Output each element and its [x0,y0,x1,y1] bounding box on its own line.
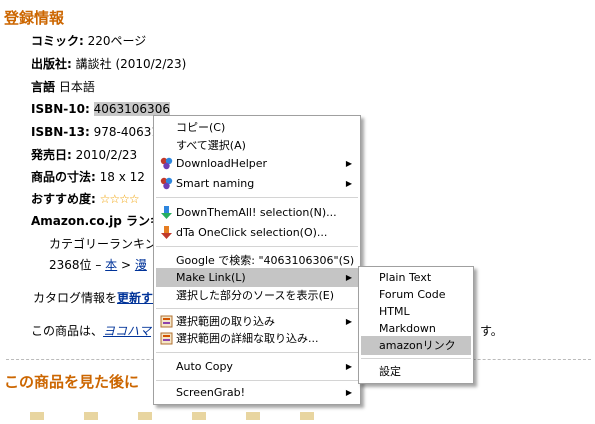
menu-item-label: dTa OneClick selection(O)... [176,226,328,239]
rank-separator: > [117,258,135,272]
rank-link-books[interactable]: 本 [105,258,117,272]
menu-item-label: Auto Copy [176,360,233,373]
isbn10-row: ISBN-10: 4063106306 [31,101,170,117]
rating-label: おすすめ度: [31,192,96,206]
menu-separator [156,352,358,353]
dimensions-value: 18 x 12 [99,170,145,184]
comic-value: 220ページ [87,34,147,48]
isbn10-value-selected[interactable]: 4063106306 [93,102,170,116]
rating-stars: ☆☆☆☆ [99,192,140,206]
dimensions-label: 商品の寸法: [31,170,96,184]
downloadhelper-icon [160,177,173,190]
language-value: 日本語 [58,80,95,94]
submenu-item-label: amazonリンク [379,339,456,352]
menu-item-label: 選択範囲の取り込み [176,315,275,328]
product-link[interactable]: ヨコハマ [103,324,151,338]
ranking-row: Amazon.co.jp ランキ [31,213,162,229]
menu-separator [156,246,358,247]
downloadhelper-icon [160,157,173,170]
dta-oneclick-icon [161,226,172,239]
isbn13-label: ISBN-13: [31,125,90,139]
catalog-row: カタログ情報を更新す [33,290,153,306]
menu-separator [156,380,358,381]
comic-row: コミック: 220ページ [31,33,146,49]
product-text: この商品は、 [31,324,104,338]
menu-item-downloadhelper[interactable]: DownloadHelper ▶ [156,154,358,173]
isbn10-label: ISBN-10: [31,102,90,116]
submenu-arrow-icon: ▶ [345,388,352,397]
publisher-label: 出版社: [31,57,72,71]
product-row: この商品は、ヨコハマ [31,323,151,339]
menu-item-label: DownloadHelper [176,157,268,170]
category-ranking: カテゴリーランキン [49,237,157,251]
submenu-item-label: Markdown [379,322,436,335]
ranking-label: Amazon.co.jp ランキ [31,214,163,228]
publisher-row: 出版社: 講談社 (2010/2/23) [31,56,186,72]
release-label: 発売日: [31,148,72,162]
language-row: 言語 日本語 [31,79,95,95]
menu-item-label: Make Link(L) [176,271,246,284]
rank-row: 2368位 – 本 > 漫 [49,257,147,273]
submenu-arrow-icon: ▶ [345,273,352,282]
rank-text: 2368位 – [49,258,106,272]
section-title: 登録情報 [4,9,65,27]
menu-item-label: すべて選択(A) [176,139,246,152]
context-menu: コピー(C) すべて選択(A) DownloadHelper ▶ Smart na… [153,115,361,405]
menu-item-capture-selection-detail[interactable]: 選択範囲の詳細な取り込み... [156,329,358,348]
language-label: 言語 [31,80,56,94]
also-viewed-title: この商品を見た後に [4,373,140,391]
menu-item-label: 選択した部分のソースを表示(E) [176,289,334,302]
submenu-item-amazon-link[interactable]: amazonリンク [361,336,471,355]
submenu-arrow-icon: ▶ [345,179,352,188]
product-details-page: 登録情報 コミック: 220ページ 出版社: 講談社 (2010/2/23) 言… [0,0,595,420]
product-tail: す。 [480,324,503,338]
isbn13-row: ISBN-13: 978-406310 [31,124,167,140]
menu-item-auto-copy[interactable]: Auto Copy ▶ [156,357,358,376]
publisher-value: 講談社 (2010/2/23) [75,57,187,71]
catalog-text: カタログ情報を [33,291,118,305]
menu-item-select-all[interactable]: すべて選択(A) [156,136,358,155]
menu-item-downthemall[interactable]: DownThemAll! selection(N)... [156,203,358,222]
menu-item-label: コピー(C) [176,121,226,134]
menu-item-smart-naming[interactable]: Smart naming ▶ [156,174,358,193]
menu-item-label: Google で検索: "4063106306"(S) [176,254,355,267]
scrapbook-icon [160,332,173,345]
menu-item-screengrab[interactable]: ScreenGrab! ▶ [156,383,358,402]
submenu-item-label: Plain Text [379,271,432,284]
menu-item-dta-oneclick[interactable]: dTa OneClick selection(O)... [156,223,358,242]
downthemall-icon [161,206,172,219]
submenu-item-settings[interactable]: 設定 [361,362,471,381]
menu-separator [156,197,358,198]
catalog-update-link[interactable]: 更新す [117,291,153,305]
submenu-arrow-icon: ▶ [345,362,352,371]
scrapbook-icon [160,315,173,328]
menu-item-copy[interactable]: コピー(C) [156,118,358,137]
submenu-item-label: HTML [379,305,410,318]
menu-separator [156,308,358,309]
menu-item-label: DownThemAll! selection(N)... [176,206,337,219]
submenu-item-label: Forum Code [379,288,446,301]
comic-label: コミック: [31,34,84,48]
release-value: 2010/2/23 [75,148,138,162]
thumbnail-strip [30,405,430,420]
submenu-arrow-icon: ▶ [345,159,352,168]
menu-item-view-source[interactable]: 選択した部分のソースを表示(E) [156,286,358,305]
rank-link-manga[interactable]: 漫 [135,258,147,272]
release-row: 発売日: 2010/2/23 [31,147,137,163]
menu-item-label: 選択範囲の詳細な取り込み... [176,332,319,345]
rating-row: おすすめ度: ☆☆☆☆ [31,191,140,207]
submenu-item-label: 設定 [379,365,401,378]
dimensions-row: 商品の寸法: 18 x 12 [31,169,145,185]
menu-item-label: Smart naming [176,177,255,190]
make-link-submenu: Plain Text Forum Code HTML Markdown amaz… [358,266,474,384]
menu-item-make-link[interactable]: Make Link(L) ▶ [156,268,358,287]
menu-item-label: ScreenGrab! [176,386,245,399]
menu-separator [361,358,471,359]
